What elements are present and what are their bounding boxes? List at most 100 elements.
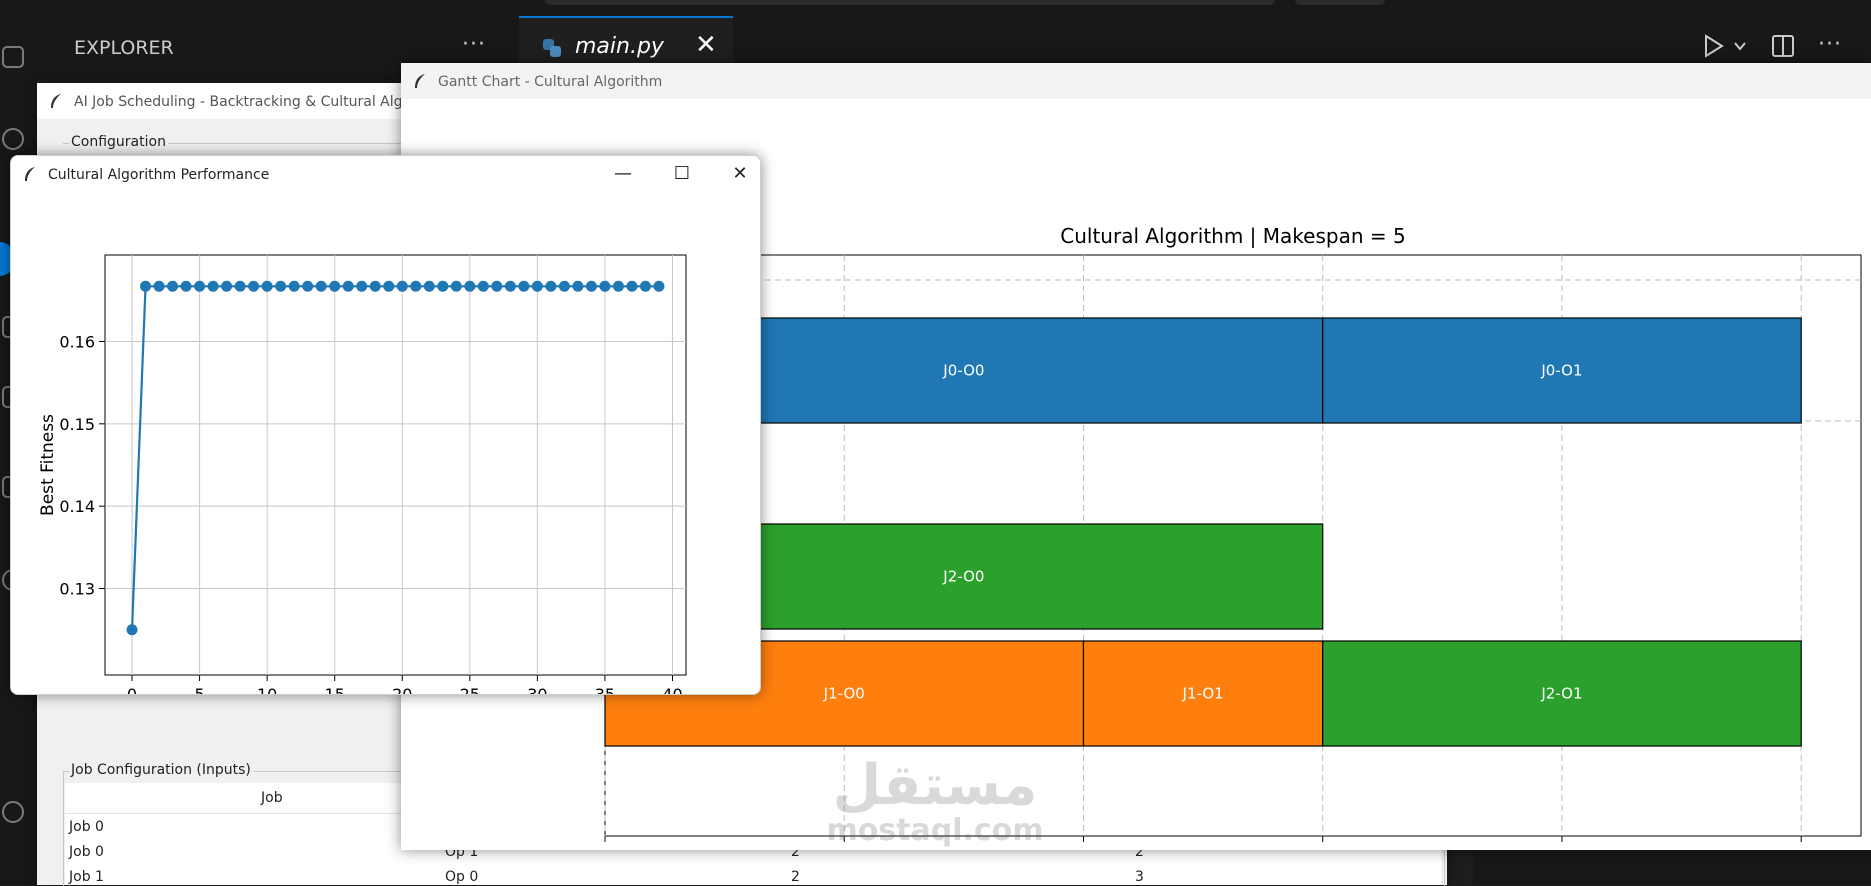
command-center-extra[interactable] [1295, 0, 1385, 5]
watermark: مستقل mostaql.com [820, 756, 1050, 846]
feather-icon [51, 94, 61, 108]
fitness-point [302, 280, 314, 292]
fitness-point [572, 280, 584, 292]
x-tick-label: 2 [1078, 847, 1088, 850]
fitness-point [167, 280, 179, 292]
fitness-point [342, 280, 354, 292]
fitness-point [356, 280, 368, 292]
fitness-point [153, 280, 165, 292]
fitness-chart: 05101520253035400.130.140.150.16Generati… [38, 254, 687, 694]
fitness-point [437, 280, 449, 292]
table-row-op[interactable]: Op 0 [445, 869, 478, 885]
x-tick-label: 35 [595, 685, 615, 694]
explorer-title: EXPLORER [74, 37, 174, 59]
fitness-point [491, 280, 503, 292]
fitness-point [531, 280, 543, 292]
fitness-point [126, 624, 138, 636]
gantt-bar-label: J1-O0 [823, 685, 865, 703]
fitness-point [477, 280, 489, 292]
python-file-icon [543, 39, 561, 57]
perf-titlebar[interactable]: Cultural Algorithm Performance — ☐ ✕ [11, 156, 760, 192]
chevron-down-icon[interactable] [1733, 40, 1747, 52]
accounts-icon[interactable] [2, 801, 24, 823]
explorer-more-button[interactable]: ··· [462, 32, 486, 57]
y-tick-label: 0.15 [59, 415, 95, 434]
gantt-bar-label: J1-O1 [1182, 685, 1224, 703]
table-row-job[interactable]: Job 0 [69, 819, 104, 835]
table-row-job[interactable]: Job 0 [69, 844, 104, 860]
fitness-point [221, 280, 233, 292]
gantt-bar-label: J2-O1 [1540, 685, 1582, 703]
search-icon[interactable] [2, 128, 24, 150]
x-tick-label: 20 [392, 685, 412, 694]
fitness-point [518, 280, 530, 292]
x-tick-label: 10 [257, 685, 277, 694]
fitness-point [288, 280, 300, 292]
y-axis-label: Best Fitness [38, 414, 58, 516]
y-tick-label: 0.13 [59, 580, 95, 599]
tab-label: main.py [575, 34, 664, 59]
x-tick-label: 5 [1796, 847, 1806, 850]
fitness-point [396, 280, 408, 292]
fitness-point [450, 280, 462, 292]
close-button[interactable]: ✕ [725, 162, 755, 186]
app-title: AI Job Scheduling - Backtracking & Cultu… [74, 94, 417, 110]
minimize-button[interactable]: — [608, 162, 638, 186]
fitness-point [248, 280, 260, 292]
fitness-point [369, 280, 381, 292]
fitness-point [504, 280, 516, 292]
fitness-point [585, 280, 597, 292]
x-tick-label: 5 [194, 685, 204, 694]
x-tick-label: 30 [527, 685, 547, 694]
perf-window-title: Cultural Algorithm Performance [48, 167, 270, 183]
table-row-machine[interactable]: 2 [791, 869, 800, 885]
gantt-bar-label: J0-O0 [942, 362, 984, 380]
x-tick-label: 0 [127, 685, 137, 694]
watermark-arabic: مستقل [832, 753, 1038, 818]
fitness-point [545, 280, 557, 292]
fitness-point [207, 280, 219, 292]
gantt-bar-label: J2-O0 [942, 568, 984, 586]
fitness-point [423, 280, 435, 292]
fitness-point [410, 280, 422, 292]
job-config-label: Job Configuration (Inputs) [69, 762, 253, 778]
y-tick-label: 0.14 [59, 497, 95, 516]
fitness-point [140, 280, 152, 292]
x-tick-label: 3 [1318, 847, 1328, 850]
fitness-point [194, 280, 206, 292]
performance-window: Cultural Algorithm Performance — ☐ ✕ 0 5 1… [10, 155, 761, 695]
fitness-point [180, 280, 192, 292]
fitness-point [275, 280, 287, 292]
vscode-command-bar [0, 0, 1871, 16]
feather-icon [25, 167, 35, 181]
x-tick-label: 15 [325, 685, 345, 694]
gantt-titlebar[interactable]: Gantt Chart - Cultural Algorithm [401, 63, 1871, 99]
x-tick-label: 40 [662, 685, 682, 694]
table-header-job: Job [261, 790, 283, 806]
fitness-point [612, 280, 624, 292]
x-tick-label: 25 [460, 685, 480, 694]
table-row-job[interactable]: Job 1 [69, 869, 104, 885]
command-center[interactable] [545, 0, 1275, 5]
y-tick-label: 0.16 [59, 332, 95, 351]
fitness-point [234, 280, 246, 292]
fitness-point [383, 280, 395, 292]
fitness-point [464, 280, 476, 292]
plot-area [104, 254, 687, 676]
feather-icon [415, 74, 425, 88]
gantt-window-title: Gantt Chart - Cultural Algorithm [438, 74, 663, 90]
explorer-icon[interactable] [2, 46, 24, 68]
vscode-panel-bottom [1473, 850, 1871, 885]
fitness-point [315, 280, 327, 292]
table-row-duration[interactable]: 3 [1135, 869, 1144, 885]
tab-close-icon[interactable]: ✕ [695, 30, 717, 60]
watermark-latin: mostaql.com [826, 813, 1044, 848]
split-editor-icon[interactable] [1770, 33, 1796, 59]
fitness-point [639, 280, 651, 292]
x-tick-label: 0 [600, 847, 610, 850]
x-tick-label: 4 [1557, 847, 1567, 850]
more-actions-icon[interactable]: ··· [1818, 32, 1842, 57]
play-icon[interactable] [1700, 33, 1726, 59]
fitness-point [261, 280, 273, 292]
maximize-button[interactable]: ☐ [667, 162, 697, 186]
